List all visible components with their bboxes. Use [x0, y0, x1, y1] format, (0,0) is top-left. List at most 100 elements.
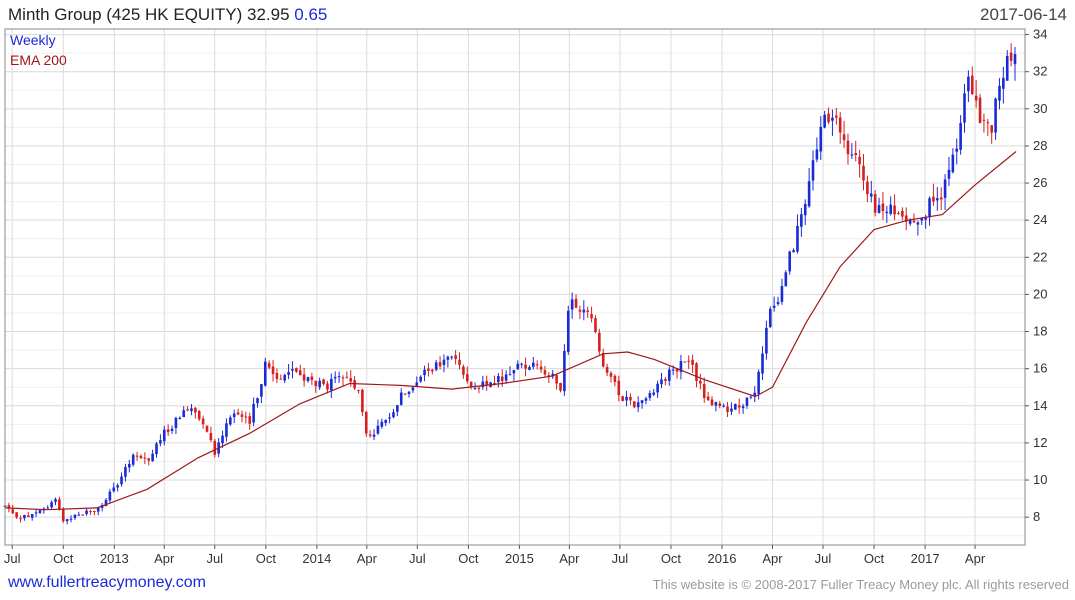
weekly-candle [462, 364, 465, 379]
plot-frame [4, 28, 1026, 546]
x-tick-label: 2015 [505, 551, 534, 566]
weekly-candle [135, 451, 139, 461]
weekly-candle [594, 315, 597, 334]
weekly-candle [419, 375, 422, 383]
weekly-candle [815, 137, 819, 163]
weekly-candle [279, 374, 283, 380]
weekly-candle [800, 207, 803, 237]
weekly-candle [434, 359, 438, 372]
weekly-candle [275, 368, 279, 384]
weekly-candle [283, 373, 286, 384]
weekly-candle [197, 409, 201, 421]
weekly-candle [559, 382, 562, 393]
y-tick-label: 30 [1033, 101, 1047, 116]
site-link[interactable]: www.fullertreacymoney.com [8, 574, 206, 592]
weekly-candle [124, 463, 127, 482]
weekly-candle [745, 397, 749, 409]
weekly-candle [100, 502, 104, 512]
weekly-candle [442, 354, 446, 373]
weekly-candle [590, 306, 593, 323]
x-tick-label: Jul [206, 551, 223, 566]
weekly-candle [842, 120, 846, 148]
weekly-candle [551, 370, 555, 380]
weekly-candle [431, 368, 434, 375]
weekly-candle [982, 113, 986, 133]
weekly-candle [69, 515, 73, 523]
weekly-candle [609, 371, 613, 383]
x-tick-label: Jul [612, 551, 629, 566]
weekly-candles [3, 43, 1017, 525]
weekly-candle [287, 364, 290, 380]
legend: Weekly EMA 200 [10, 32, 67, 68]
weekly-candle [194, 406, 197, 419]
weekly-candle [718, 400, 722, 409]
weekly-candle [679, 354, 683, 380]
weekly-candle [582, 300, 586, 321]
weekly-candle [174, 416, 178, 435]
weekly-candle [578, 305, 582, 319]
weekly-candle [528, 365, 531, 371]
weekly-candle [120, 472, 123, 487]
x-tick-label: Oct [864, 551, 885, 566]
weekly-candle [225, 418, 228, 442]
weekly-candle [396, 404, 399, 417]
weekly-candle [951, 148, 955, 174]
weekly-candle [784, 270, 788, 287]
weekly-candle [823, 110, 826, 129]
weekly-candle [205, 425, 209, 433]
weekly-candle [213, 438, 217, 458]
weekly-candle [423, 365, 426, 382]
y-tick-label: 26 [1033, 175, 1047, 190]
weekly-candle [629, 393, 632, 405]
weekly-candle [361, 388, 364, 417]
weekly-candle [178, 416, 182, 420]
weekly-candle [998, 78, 1001, 110]
weekly-candle [201, 415, 205, 429]
weekly-candle [683, 361, 687, 363]
weekly-candle [166, 424, 170, 436]
weekly-candle [897, 211, 900, 215]
weekly-candle [450, 355, 454, 360]
weekly-candle [333, 371, 337, 384]
x-tick-label: Oct [661, 551, 682, 566]
weekly-candle [932, 183, 935, 206]
weekly-candle [990, 125, 994, 144]
weekly-candle [772, 296, 776, 312]
weekly-candle [380, 418, 384, 429]
y-tick-label: 20 [1033, 286, 1047, 301]
weekly-candle [271, 360, 275, 382]
copyright-notice: This website is © 2008-2017 Fuller Treac… [652, 577, 1069, 592]
x-tick-label: Apr [154, 551, 175, 566]
weekly-candle [947, 156, 951, 186]
weekly-candle [388, 412, 391, 424]
weekly-candle [535, 360, 539, 370]
weekly-candle [858, 149, 861, 178]
weekly-candle [1005, 50, 1009, 81]
weekly-candle [330, 373, 333, 398]
weekly-candle [520, 362, 523, 369]
weekly-candle [877, 197, 881, 214]
weekly-candle [768, 306, 772, 328]
x-tick-label: 2016 [708, 551, 737, 566]
weekly-candle [368, 430, 372, 438]
weekly-candle [811, 150, 815, 191]
weekly-candle [155, 441, 158, 458]
y-tick-label: 24 [1033, 212, 1047, 227]
weekly-candle [508, 366, 512, 376]
weekly-candle [862, 153, 865, 191]
weekly-candle [532, 356, 535, 370]
weekly-candle [601, 348, 605, 368]
weekly-candle [403, 393, 407, 395]
price-chart: 8 10 12 14 16 18 20 22 24 26 28 30 32 34 Jul Oct 2013 Apr… [3, 27, 1047, 566]
y-tick-label: 8 [1033, 509, 1040, 524]
weekly-candle [819, 116, 823, 160]
weekly-candle [244, 411, 248, 424]
weekly-candle [667, 366, 671, 386]
y-tick-label: 10 [1033, 472, 1047, 487]
weekly-candle [633, 400, 636, 409]
weekly-candle [159, 434, 162, 447]
weekly-candle [516, 360, 520, 370]
weekly-candle [598, 328, 601, 355]
weekly-candle [427, 362, 430, 377]
weekly-candle [139, 454, 143, 460]
